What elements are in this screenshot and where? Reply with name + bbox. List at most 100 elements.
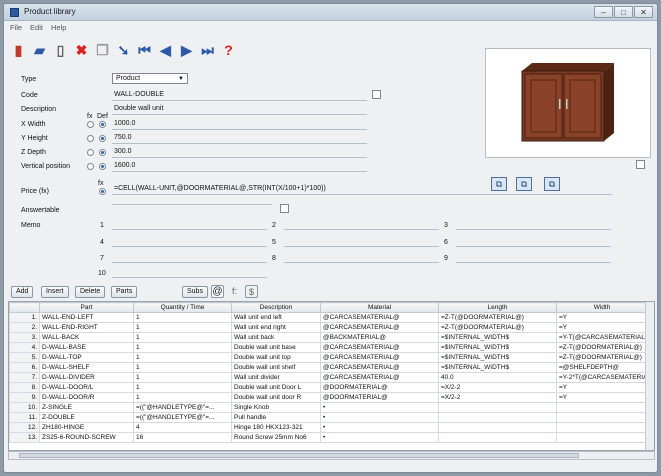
zdepth-field[interactable]: 300.0 <box>114 148 132 155</box>
maximize-button[interactable]: □ <box>614 6 633 18</box>
table-cell[interactable]: =$INTERNAL_WIDTH$ <box>438 362 557 373</box>
copy-icon[interactable]: ❐ <box>93 40 112 60</box>
table-row[interactable]: 10. Z-SINGLE =(("@HANDLETYPE@"=... Single K… <box>9 402 648 413</box>
vertical-scrollbar[interactable] <box>645 302 654 450</box>
code-checkbox[interactable] <box>372 90 381 99</box>
code-field[interactable]: WALL-DOUBLE <box>114 91 164 98</box>
last-icon[interactable]: ⏭ <box>198 40 217 60</box>
import-icon[interactable]: ➘ <box>114 40 133 60</box>
table-cell[interactable]: =Y-2*T(@CARCASEMATERIAL@) <box>556 372 648 383</box>
table-cell[interactable] <box>556 422 648 433</box>
xwidth-def-radio[interactable] <box>99 121 106 128</box>
table-cell[interactable]: Hinge 180 HKX123-321 <box>231 422 321 433</box>
insert-button[interactable]: Insert <box>41 286 69 298</box>
table-cell[interactable]: Pull handle <box>231 412 321 423</box>
table-row[interactable]: 6. D-WALL-SHELF 1 Double wall unit shelf @CA… <box>9 362 648 373</box>
view-front-icon[interactable]: ⧉ <box>491 177 507 191</box>
table-cell[interactable]: D-WALL-BASE <box>39 342 134 353</box>
table-cell[interactable]: D-WALL-SHELF <box>39 362 134 373</box>
column-header[interactable]: Description <box>231 302 321 313</box>
fx-icon[interactable]: f: <box>228 285 241 298</box>
next-icon[interactable]: ▶ <box>177 40 196 60</box>
table-cell[interactable]: ZH180-HINGE <box>39 422 134 433</box>
scrollbar-thumb[interactable] <box>19 453 579 458</box>
table-cell[interactable] <box>438 402 557 413</box>
zdepth-def-radio[interactable] <box>99 149 106 156</box>
table-cell[interactable]: @CARCASEMATERIAL@ <box>320 322 439 333</box>
vpos-def-radio[interactable] <box>99 163 106 170</box>
table-cell[interactable]: D-WALL-DOOR/L <box>39 382 134 393</box>
open-icon[interactable]: ▰ <box>30 40 49 60</box>
table-row[interactable]: 4. D-WALL-BASE 1 Double wall unit base @CARC… <box>9 342 648 353</box>
table-cell[interactable]: Z-SINGLE <box>39 402 134 413</box>
table-cell[interactable]: @DOORMATERIAL@ <box>320 382 439 393</box>
table-cell[interactable]: Z-DOUBLE <box>39 412 134 423</box>
table-cell[interactable]: @CARCASEMATERIAL@ <box>320 372 439 383</box>
column-header[interactable]: Length <box>438 302 557 313</box>
column-header[interactable]: Width <box>556 302 648 313</box>
table-cell[interactable]: • <box>320 422 439 433</box>
table-cell[interactable]: Double wall unit base <box>231 342 321 353</box>
table-cell[interactable]: D-WALL-DIVIDER <box>39 372 134 383</box>
delete-button[interactable]: Delete <box>75 286 106 298</box>
horizontal-scrollbar[interactable] <box>8 451 655 460</box>
table-cell[interactable] <box>438 422 557 433</box>
description-field[interactable]: Double wall unit <box>114 105 163 112</box>
delete-icon[interactable]: ✖ <box>72 40 91 60</box>
table-cell[interactable]: @DOORMATERIAL@ <box>320 392 439 403</box>
new-icon[interactable]: ▯ <box>51 40 70 60</box>
table-cell[interactable]: • <box>320 432 439 443</box>
table-cell[interactable]: D-WALL-TOP <box>39 352 134 363</box>
preview-checkbox[interactable] <box>636 160 645 169</box>
save-icon[interactable]: ▮ <box>9 40 28 60</box>
menu-help[interactable]: Help <box>51 22 66 34</box>
table-cell[interactable]: Round Screw 25mm No6 <box>231 432 321 443</box>
menu-edit[interactable]: Edit <box>30 22 43 34</box>
table-cell[interactable]: =Z-T(@DOORMATERIAL@) <box>556 342 648 353</box>
table-cell[interactable] <box>438 432 557 443</box>
table-row[interactable]: 3. WALL-BACK 1 Wall unit back @BACKMATERIAL@… <box>9 332 648 343</box>
table-cell[interactable]: • <box>320 412 439 423</box>
table-cell[interactable]: 1 <box>133 322 232 333</box>
prev-icon[interactable]: ◀ <box>156 40 175 60</box>
table-cell[interactable]: Double wall unit shelf <box>231 362 321 373</box>
table-cell[interactable] <box>556 402 648 413</box>
table-cell[interactable]: =X/2-2 <box>438 392 557 403</box>
table-cell[interactable]: =X/2-2 <box>438 382 557 393</box>
table-cell[interactable]: • <box>320 402 439 413</box>
table-cell[interactable]: =Y-T(@CARCASEMATERIAL@)+16 <box>556 332 648 343</box>
table-cell[interactable]: 1 <box>133 352 232 363</box>
table-cell[interactable]: =Z-T(@DOORMATERIAL@) <box>556 352 648 363</box>
table-cell[interactable]: 1 <box>133 332 232 343</box>
table-cell[interactable]: @CARCASEMATERIAL@ <box>320 362 439 373</box>
table-cell[interactable]: WALL-BACK <box>39 332 134 343</box>
table-cell[interactable]: Double wall unit Door L <box>231 382 321 393</box>
table-cell[interactable]: Double wall unit top <box>231 352 321 363</box>
table-cell[interactable]: =(("@HANDLETYPE@"=... <box>133 412 232 423</box>
table-cell[interactable]: =Y <box>556 382 648 393</box>
at-icon[interactable]: @ <box>211 285 224 298</box>
table-cell[interactable]: ZS25-6-ROUND-SCREW <box>39 432 134 443</box>
table-row[interactable]: 8. D-WALL-DOOR/L 1 Double wall unit Door L @… <box>9 382 648 393</box>
table-cell[interactable] <box>556 432 648 443</box>
subs-button[interactable]: Subs <box>182 286 208 298</box>
table-cell[interactable]: Single Knob <box>231 402 321 413</box>
menu-file[interactable]: File <box>10 22 22 34</box>
table-cell[interactable]: =@SHELFDEPTH@ <box>556 362 648 373</box>
parts-button[interactable]: Parts <box>111 286 138 298</box>
table-cell[interactable]: 40.0 <box>438 372 557 383</box>
table-cell[interactable]: WALL-END-LEFT <box>39 312 134 323</box>
table-cell[interactable]: 1 <box>133 342 232 353</box>
answertable-checkbox[interactable] <box>280 204 289 213</box>
close-button[interactable]: ✕ <box>634 6 653 18</box>
table-row[interactable]: 12. ZH180-HINGE 4 Hinge 180 HKX123-321 • <box>9 422 648 433</box>
vpos-field[interactable]: 1600.0 <box>114 162 135 169</box>
help-icon[interactable]: ? <box>219 40 238 60</box>
table-cell[interactable]: =Y <box>556 312 648 323</box>
table-cell[interactable]: Wall unit end left <box>231 312 321 323</box>
table-cell[interactable]: @CARCASEMATERIAL@ <box>320 312 439 323</box>
table-cell[interactable]: Wall unit end right <box>231 322 321 333</box>
table-cell[interactable]: 4 <box>133 422 232 433</box>
first-icon[interactable]: ⏮ <box>135 40 154 60</box>
table-cell[interactable]: @CARCASEMATERIAL@ <box>320 342 439 353</box>
